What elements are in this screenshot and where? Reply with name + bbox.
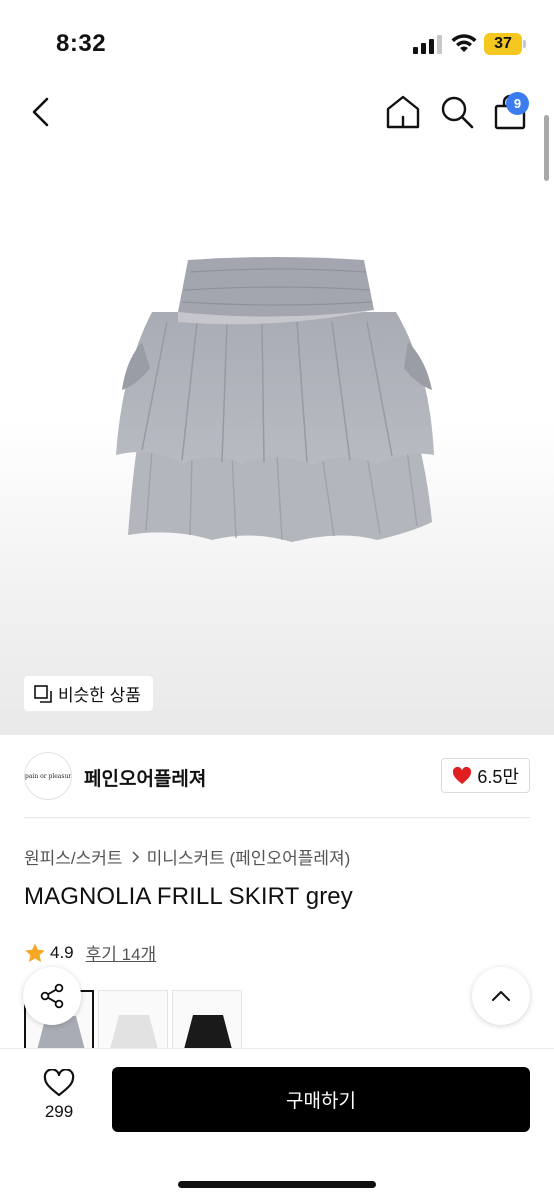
variant-thumb-black[interactable] xyxy=(172,990,242,1052)
similar-products-label: 비슷한 상품 xyxy=(58,686,141,705)
buy-button[interactable]: 구매하기 xyxy=(112,1067,530,1132)
star-icon xyxy=(25,943,45,962)
breadcrumb: 원피스/스커트 미니스커트 (페인오어플레져) xyxy=(24,844,350,869)
wifi-icon xyxy=(451,34,477,52)
store-like-button[interactable]: 6.5만 xyxy=(441,758,530,793)
back-icon[interactable] xyxy=(26,95,58,129)
cellular-signal-icon xyxy=(413,35,442,54)
heart-outline-icon xyxy=(43,1069,75,1097)
wishlist-button[interactable]: 299 xyxy=(28,1069,90,1122)
breadcrumb-subcategory[interactable]: 미니스커트 (페인오어플레져) xyxy=(147,844,351,869)
chevron-up-icon xyxy=(492,991,510,1001)
seller-logo[interactable]: pain or pleasure xyxy=(24,752,72,800)
battery-level: 37 xyxy=(494,35,512,52)
variant-skirt-image xyxy=(109,1015,159,1051)
product-title: MAGNOLIA FRILL SKIRT grey xyxy=(24,883,353,910)
scroll-to-top-button[interactable] xyxy=(472,967,530,1025)
divider xyxy=(24,817,530,818)
cart-count-badge: 9 xyxy=(506,92,529,115)
home-indicator[interactable] xyxy=(178,1181,376,1188)
share-button[interactable] xyxy=(23,967,81,1025)
seller-row[interactable]: pain or pleasure 페인오어플레져 6.5만 xyxy=(24,752,530,800)
chevron-right-icon xyxy=(132,850,139,863)
breadcrumb-category[interactable]: 원피스/스커트 xyxy=(24,844,123,869)
wishlist-count: 299 xyxy=(44,1102,74,1121)
seller-name[interactable]: 페인오어플레져 xyxy=(84,764,206,791)
product-image[interactable] xyxy=(112,250,442,550)
status-bar: 8:32 37 xyxy=(0,0,554,88)
home-icon[interactable] xyxy=(384,93,422,131)
similar-products-button[interactable]: 비슷한 상품 xyxy=(24,676,153,711)
similar-items-icon xyxy=(34,684,52,703)
store-like-count: 6.5만 xyxy=(477,766,519,787)
share-icon xyxy=(40,983,64,1009)
heart-filled-icon xyxy=(453,766,472,784)
rating-value: 4.9 xyxy=(50,942,74,962)
search-icon[interactable] xyxy=(438,93,476,131)
reviews-link[interactable]: 후기 14개 xyxy=(86,940,157,965)
status-time: 8:32 xyxy=(56,30,107,57)
battery-icon: 37 xyxy=(484,33,526,55)
bottom-action-bar: 299 구매하기 xyxy=(0,1048,554,1200)
product-rating: 4.9 후기 14개 xyxy=(24,940,156,965)
scrollbar[interactable] xyxy=(544,115,549,181)
variant-thumb-white[interactable] xyxy=(98,990,168,1052)
variant-skirt-image xyxy=(183,1015,233,1051)
